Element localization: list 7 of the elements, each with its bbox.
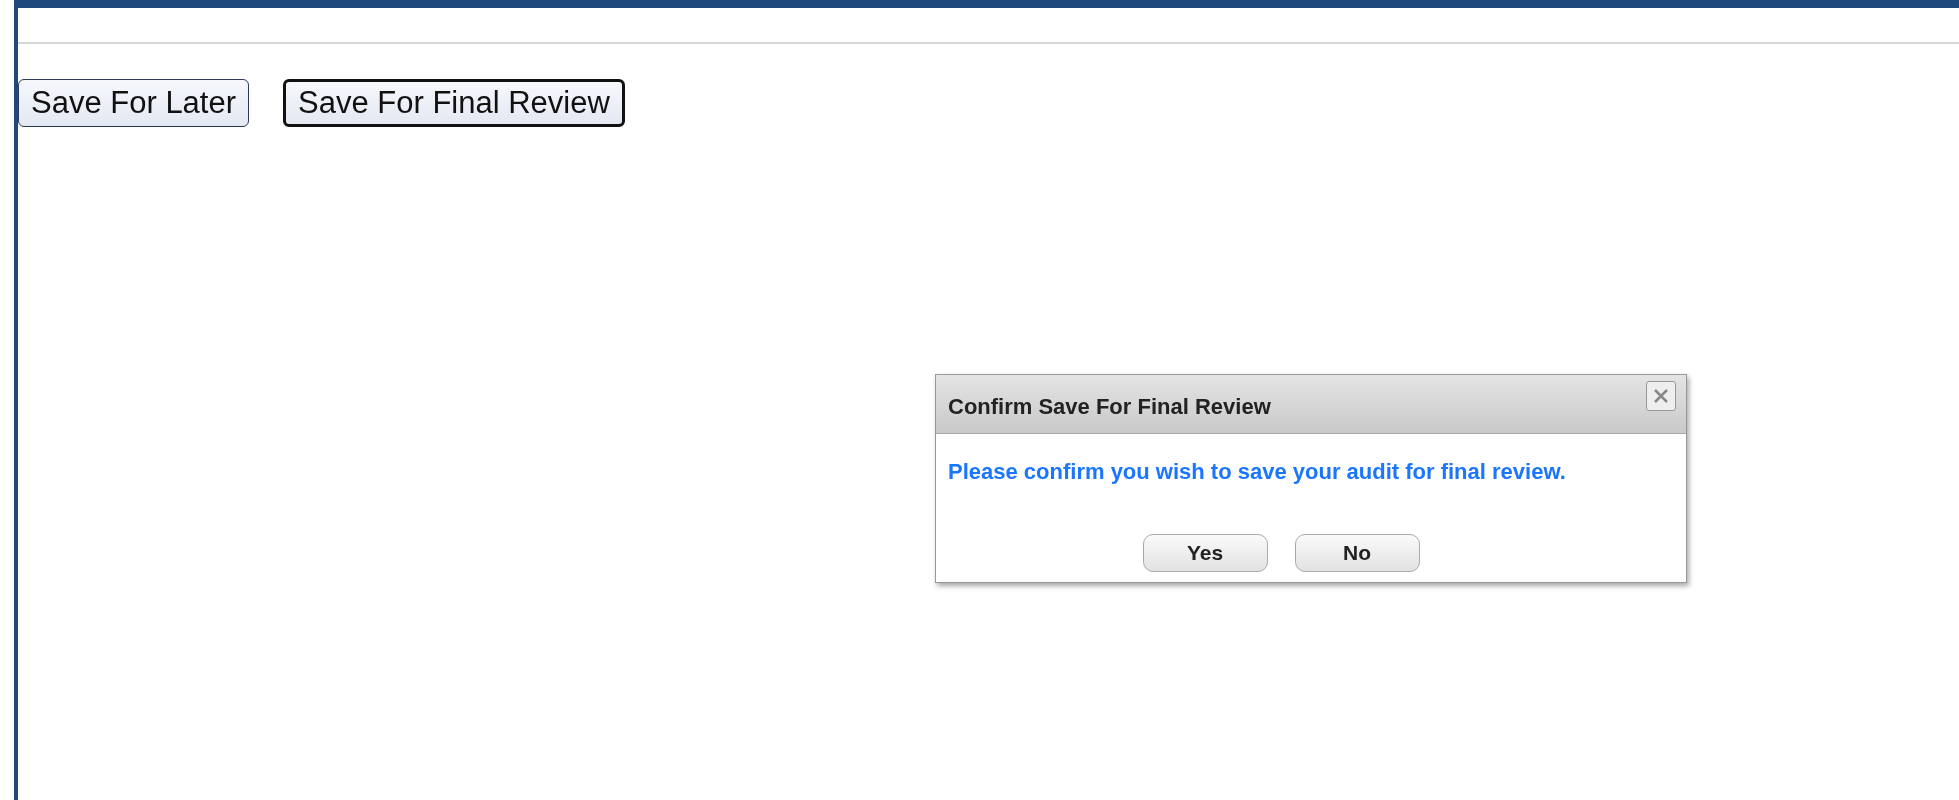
close-button[interactable]	[1646, 381, 1676, 411]
save-button[interactable]: Save For Later	[18, 79, 250, 127]
dialog-button[interactable]: No	[1294, 534, 1420, 572]
save-button[interactable]: Save For Final Review	[283, 79, 625, 127]
dialog-message: Please confirm you wish to save your audit for final review.	[948, 458, 1567, 486]
dialog-button[interactable]: Yes	[1142, 534, 1268, 572]
dialog-title: Confirm Save For Final Review	[948, 394, 1271, 420]
